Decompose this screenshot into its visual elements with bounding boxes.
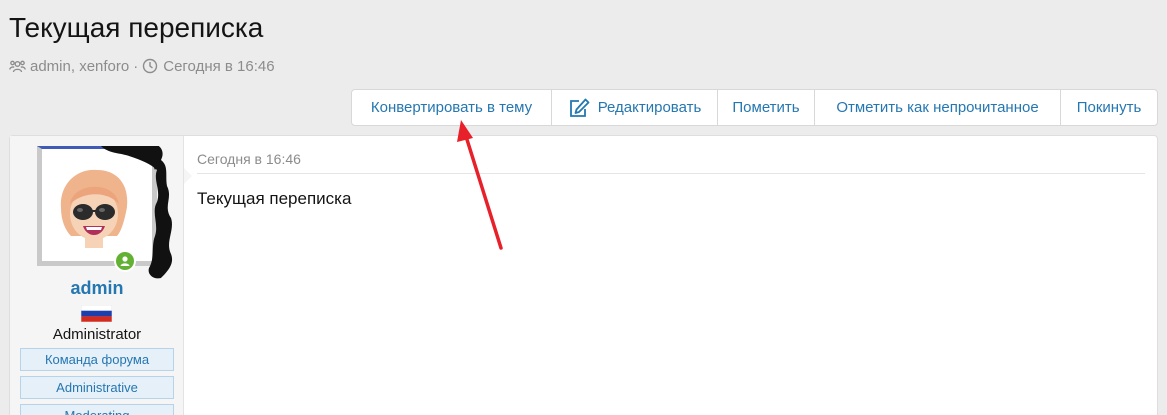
username-link[interactable]: admin [10, 278, 184, 299]
page-title: Текущая переписка [9, 12, 264, 43]
convert-label: Конвертировать в тему [370, 99, 533, 116]
participants-link[interactable]: admin, xenforo [30, 58, 129, 75]
mark-unread-label: Отметить как непрочитанное [836, 99, 1039, 116]
avatar-image [60, 146, 172, 279]
edit-label: Редактировать [597, 99, 702, 116]
mark-label: Пометить [732, 99, 800, 116]
online-user-icon [114, 250, 136, 272]
conversation-date: Сегодня в 16:46 [163, 58, 275, 75]
message-date[interactable]: Сегодня в 16:46 [197, 151, 301, 167]
clock-icon [142, 58, 159, 75]
annotation-arrow-icon [457, 120, 503, 250]
russia-flag-icon [81, 305, 112, 322]
meta-separator: · [133, 58, 139, 75]
leave-label: Покинуть [1076, 99, 1142, 116]
conversation-meta: admin, xenforo · Сегодня в 16:46 [9, 58, 275, 75]
user-banner: Команда форума [20, 348, 174, 371]
message-body: Текущая переписка [197, 189, 352, 208]
mark-button[interactable]: Пометить [718, 90, 815, 125]
leave-button[interactable]: Покинуть [1061, 90, 1157, 125]
message-pointer [184, 168, 192, 184]
user-title: Administrator [52, 326, 142, 343]
users-icon [9, 58, 26, 75]
conversation-message: admin Administrator Команда форума Admin… [9, 135, 1158, 415]
mark-unread-button[interactable]: Отметить как непрочитанное [815, 90, 1061, 125]
message-divider [197, 173, 1145, 174]
message-user-cell: admin Administrator Команда форума Admin… [10, 136, 184, 415]
edit-button[interactable]: Редактировать [552, 90, 718, 125]
user-banner: Moderating [20, 404, 174, 415]
edit-icon [568, 98, 590, 118]
user-banner: Administrative [20, 376, 174, 399]
convert-to-thread-button[interactable]: Конвертировать в тему [352, 90, 552, 125]
message-main: Сегодня в 16:46 Текущая переписка [197, 136, 1145, 415]
avatar[interactable] [37, 146, 172, 279]
